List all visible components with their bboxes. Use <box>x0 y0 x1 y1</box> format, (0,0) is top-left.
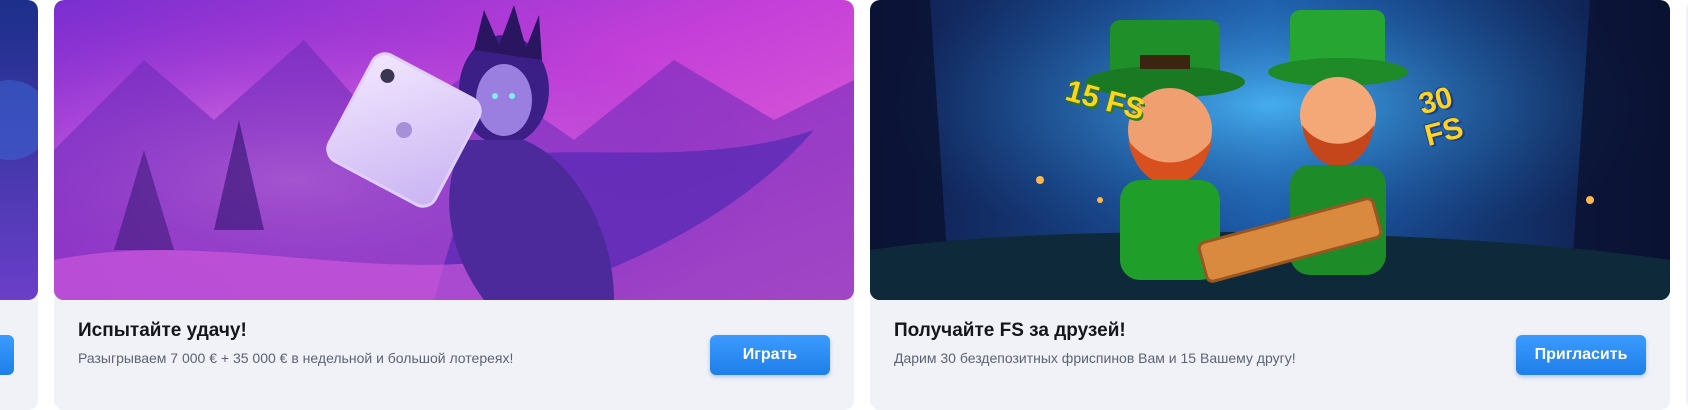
promo-info-lottery: Испытайте удачу! Разыгрываем 7 000 € + 3… <box>54 300 854 410</box>
promo-card-lottery: Испытайте удачу! Разыгрываем 7 000 € + 3… <box>54 0 854 410</box>
promo-description: Разыгрываем 7 000 € + 35 000 € в недельн… <box>78 350 514 366</box>
promo-banner-lottery[interactable] <box>54 0 854 300</box>
promo-title: Испытайте удачу! <box>78 320 247 341</box>
play-button[interactable]: Играть <box>710 335 830 375</box>
promo-banner-partial <box>0 0 38 300</box>
promo-info-referral: Получайте FS за друзей! Дарим 30 бездепо… <box>870 300 1670 410</box>
promo-card-partial-left <box>0 0 38 410</box>
sorceress-illustration <box>54 0 854 300</box>
promo-title: Получайте FS за друзей! <box>894 320 1126 341</box>
leprechauns-illustration <box>870 0 1670 300</box>
promo-banner-referral[interactable]: 15 FS 30 FS <box>870 0 1670 300</box>
promo-button-partial[interactable] <box>0 335 14 375</box>
invite-button[interactable]: Пригласить <box>1516 335 1646 375</box>
promo-card-referral: 15 FS 30 FS Получайте FS за друзей! Дари… <box>870 0 1670 410</box>
promo-description: Дарим 30 бездепозитных фриспинов Вам и 1… <box>894 350 1296 366</box>
